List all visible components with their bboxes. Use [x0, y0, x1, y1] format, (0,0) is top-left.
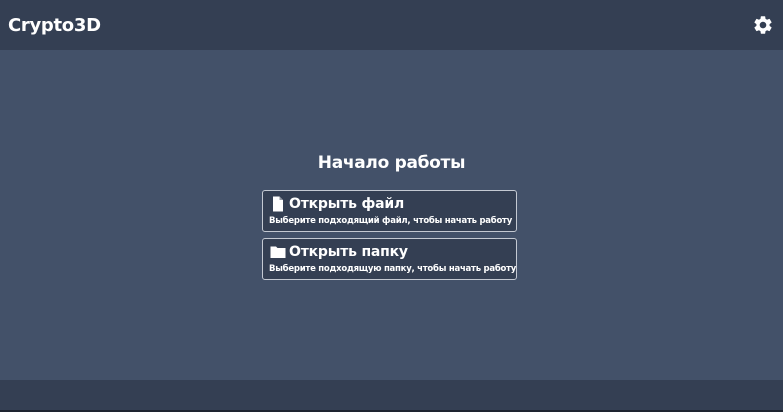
file-icon: [273, 196, 283, 212]
open-file-description: Выберите подходящий файл, чтобы начать р…: [269, 216, 513, 226]
app-title: Crypto3D: [8, 15, 101, 36]
gear-icon: [754, 16, 772, 34]
open-file-title: Открыть файл: [289, 196, 405, 212]
top-bar: Crypto3D: [0, 0, 783, 50]
open-folder-title: Открыть папку: [289, 244, 408, 260]
folder-icon: [270, 246, 286, 258]
status-bar: [0, 380, 783, 412]
open-file-button[interactable]: Открыть файл Выберите подходящий файл, ч…: [262, 190, 517, 232]
open-folder-description: Выберите подходящую папку, чтобы начать …: [269, 264, 517, 274]
settings-button[interactable]: [750, 12, 776, 38]
page-heading: Начало работы: [317, 153, 466, 173]
open-folder-button[interactable]: Открыть папку Выберите подходящую папку,…: [262, 238, 517, 280]
